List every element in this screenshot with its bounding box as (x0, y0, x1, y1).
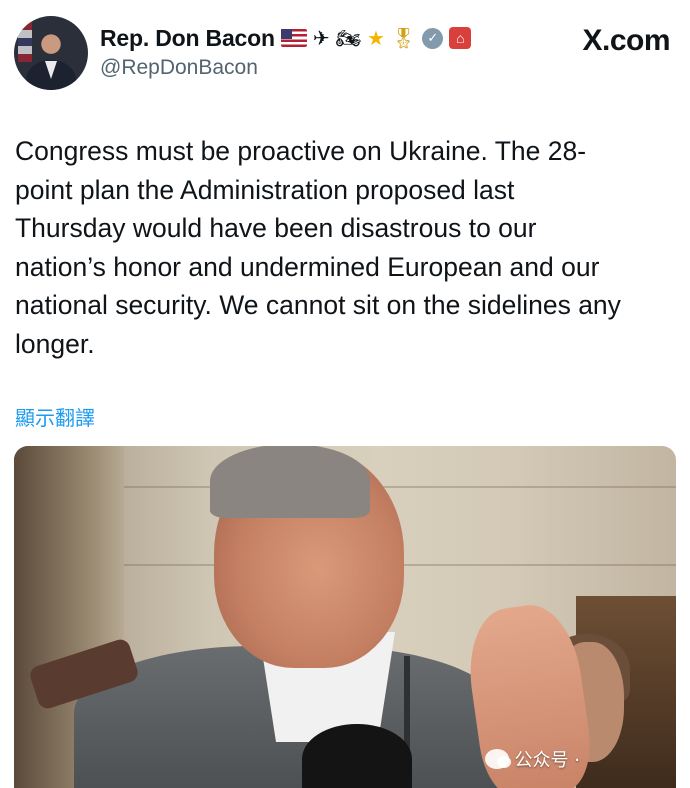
show-translation-link[interactable]: 顯示翻譯 (15, 402, 95, 431)
author-name-row: Rep. Don Bacon ✈ 🏍 ★ 🎖 ✓ ⌂ (100, 22, 472, 54)
us-flag-icon (280, 29, 307, 47)
x-logo: X.com (582, 24, 670, 57)
motorcycle-icon: 🏍 (335, 26, 361, 50)
microphone (302, 724, 412, 788)
author-handle[interactable]: @RepDonBacon (100, 56, 258, 80)
tweet-header: Rep. Don Bacon ✈ 🏍 ★ 🎖 ✓ ⌂ @RepDonBacon … (14, 16, 676, 96)
capitol-icon: ⌂ (449, 27, 472, 49)
watermark-text: 公众号 · (514, 750, 580, 771)
tweet-photo[interactable]: 公众号 · (14, 446, 676, 788)
wechat-icon (484, 749, 511, 769)
wechat-watermark: 公众号 · (484, 746, 580, 772)
avatar-flag-backdrop (18, 22, 32, 62)
avatar[interactable] (14, 16, 88, 90)
author-name[interactable]: Rep. Don Bacon (100, 25, 275, 52)
verified-badge-icon[interactable]: ✓ (422, 27, 444, 49)
star-icon: ★ (366, 26, 385, 50)
tweet-text: Congress must be proactive on Ukraine. T… (15, 136, 621, 359)
medal-icon: 🎖 (390, 26, 417, 50)
airplane-icon: ✈ (312, 26, 330, 50)
man-hair (210, 446, 370, 518)
